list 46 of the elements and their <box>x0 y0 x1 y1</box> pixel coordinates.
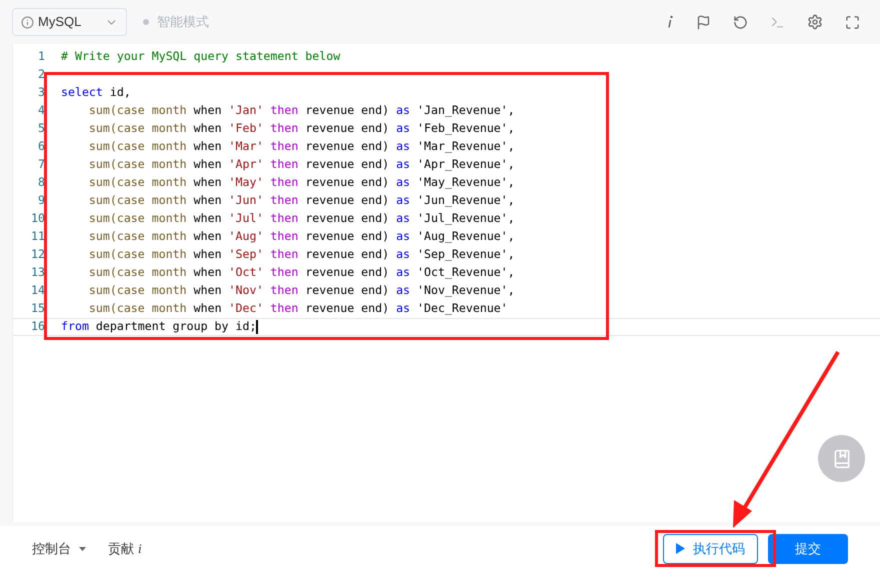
line-number: 7 <box>37 156 46 174</box>
line-number: 5 <box>37 120 46 138</box>
info-icon[interactable] <box>666 15 674 29</box>
line-number: 8 <box>37 174 46 192</box>
code-line: select id, <box>60 84 131 102</box>
code-line: sum(case month when 'Aug' then revenue end) as 'Aug_Revenue', <box>88 228 515 246</box>
fullscreen-icon[interactable] <box>845 14 860 30</box>
line-number: 15 <box>30 300 46 318</box>
code-line: sum(case month when 'May' then revenue end) as 'May_Revenue', <box>88 174 515 192</box>
code-line: sum(case month when 'Jan' then revenue end) as 'Jan_Revenue', <box>88 102 515 120</box>
reset-icon[interactable] <box>733 14 748 30</box>
line-number: 12 <box>30 246 46 264</box>
code-line: sum(case month when 'Jul' then revenue end) as 'Jul_Revenue', <box>88 210 515 228</box>
book-icon <box>832 448 852 468</box>
flag-icon[interactable] <box>696 14 711 30</box>
settings-icon[interactable] <box>807 14 823 30</box>
code-line: # Write your MySQL query statement below <box>60 48 340 66</box>
line-number: 1 <box>37 48 46 66</box>
line-number: 3 <box>37 84 46 102</box>
contribute-tab[interactable]: 贡献 i <box>108 538 142 558</box>
line-number: 6 <box>37 138 46 156</box>
code-line: sum(case month when 'Nov' then revenue end) as 'Nov_Revenue', <box>88 282 515 300</box>
code-line: from department group by id; <box>60 318 258 336</box>
code-line: sum(case month when 'Oct' then revenue end) as 'Oct_Revenue', <box>88 264 515 282</box>
info-icon <box>21 16 34 28</box>
code-line: sum(case month when 'Apr' then revenue end) as 'Apr_Revenue', <box>88 156 515 174</box>
play-icon <box>676 543 685 554</box>
code-line: sum(case month when 'Feb' then revenue end) as 'Feb_Revenue', <box>88 120 515 138</box>
line-number: 11 <box>30 228 46 246</box>
console-tab[interactable]: 控制台 <box>32 538 86 558</box>
language-dropdown[interactable]: MySQL <box>12 8 127 36</box>
run-code-button[interactable]: 执行代码 <box>663 534 758 564</box>
code-line: sum(case month when 'Dec' then revenue end) as 'Dec_Revenue' <box>88 300 508 318</box>
line-number: 2 <box>37 66 46 84</box>
code-line: sum(case month when 'Sep' then revenue end) as 'Sep_Revenue', <box>88 246 515 264</box>
submit-button[interactable]: 提交 <box>768 534 848 564</box>
code-line: sum(case month when 'Jun' then revenue end) as 'Jun_Revenue', <box>88 192 515 210</box>
caret-icon <box>79 546 86 550</box>
line-number: 4 <box>37 102 46 120</box>
line-number: 10 <box>30 210 46 228</box>
line-number: 9 <box>37 192 46 210</box>
line-number: 14 <box>30 282 46 300</box>
code-editor[interactable] <box>12 44 880 522</box>
line-number: 13 <box>30 264 46 282</box>
code-line: sum(case month when 'Mar' then revenue end) as 'Mar_Revenue', <box>88 138 515 156</box>
line-number: 16 <box>30 318 46 336</box>
